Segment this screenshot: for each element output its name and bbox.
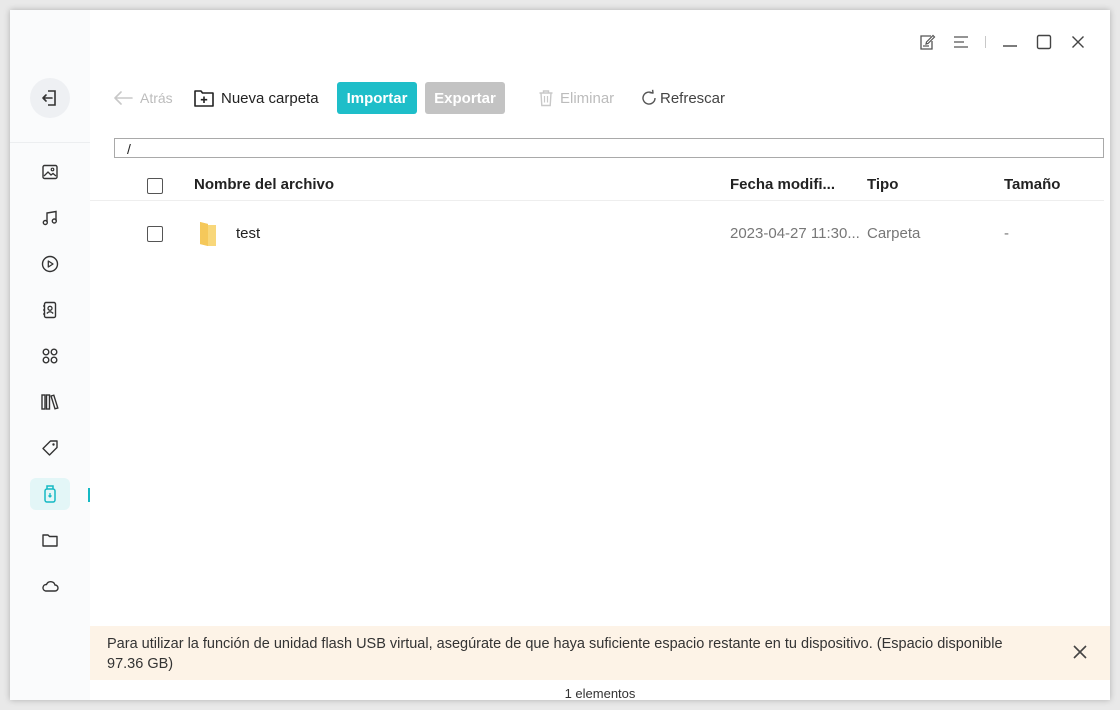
exit-back-button[interactable]: [30, 78, 70, 118]
table-row[interactable]: test 2023-04-27 11:30... Carpeta -: [90, 201, 1104, 251]
column-name-header[interactable]: Nombre del archivo: [194, 160, 334, 200]
menu-button[interactable]: [949, 30, 973, 54]
export-button[interactable]: Exportar: [425, 82, 505, 114]
delete-label: Eliminar: [560, 89, 615, 107]
folder-icon: [42, 534, 58, 547]
sidebar-divider: [10, 142, 90, 143]
contacts-book-icon: [43, 301, 57, 319]
minimize-button[interactable]: [998, 30, 1022, 54]
exit-back-icon: [42, 90, 56, 106]
column-size-header[interactable]: Tamaño: [1004, 160, 1060, 200]
trash-icon: [539, 90, 553, 107]
tag-icon: [42, 440, 58, 456]
maximize-icon: [1036, 34, 1052, 50]
row-checkbox[interactable]: [147, 226, 163, 242]
back-label: Atrás: [140, 90, 173, 106]
cloud-icon: [42, 581, 59, 592]
delete-button[interactable]: Eliminar: [538, 82, 614, 114]
path-field[interactable]: /: [114, 138, 1104, 158]
table-header: Nombre del archivo Fecha modifi... Tipo …: [90, 160, 1104, 201]
column-date-header[interactable]: Fecha modifi...: [730, 160, 835, 200]
close-window-button[interactable]: [1066, 30, 1090, 54]
maximize-button[interactable]: [1032, 30, 1056, 54]
arrow-left-icon: [114, 91, 133, 105]
new-folder-label: Nueva carpeta: [221, 89, 319, 107]
sidebar-item-usb-flash[interactable]: [30, 478, 70, 510]
folder-plus-icon: [194, 90, 214, 107]
sidebar-item-files[interactable]: [30, 524, 70, 556]
play-circle-icon: [41, 255, 59, 273]
toolbar: Atrás Nueva carpeta Importar Exportar El…: [90, 82, 1100, 114]
sidebar-item-photos[interactable]: [30, 156, 70, 188]
feedback-button[interactable]: [915, 30, 939, 54]
refresh-icon: [642, 89, 656, 105]
sidebar-item-apps[interactable]: [30, 340, 70, 372]
file-type: Carpeta: [867, 225, 921, 242]
new-folder-button[interactable]: Nueva carpeta: [193, 82, 319, 114]
column-type-header[interactable]: Tipo: [867, 160, 898, 200]
titlebar-separator: [985, 36, 986, 48]
minimize-icon: [1003, 45, 1017, 47]
image-icon: [42, 164, 58, 180]
close-icon: [1072, 36, 1084, 48]
import-button[interactable]: Importar: [337, 82, 417, 114]
storage-notice-text: Para utilizar la función de unidad flash…: [107, 636, 1003, 672]
sidebar: [10, 10, 90, 700]
file-date: 2023-04-27 11:30...: [730, 225, 860, 242]
file-name[interactable]: test: [236, 201, 260, 251]
sidebar-item-cloud[interactable]: [30, 570, 70, 602]
sidebar-item-contacts[interactable]: [30, 294, 70, 326]
sidebar-item-music[interactable]: [30, 202, 70, 234]
close-icon: [1073, 645, 1087, 659]
sidebar-item-videos[interactable]: [30, 248, 70, 280]
item-count-status: 1 elementos: [564, 686, 636, 700]
file-size: -: [1004, 225, 1009, 242]
command-icon: [42, 348, 58, 364]
menu-icon: [954, 36, 968, 48]
edit-note-icon: [920, 34, 936, 50]
refresh-label: Refrescar: [660, 89, 726, 107]
app-window: Atrás Nueva carpeta Importar Exportar El…: [10, 10, 1110, 700]
storage-notice-banner: Para utilizar la función de unidad flash…: [90, 626, 1110, 680]
sidebar-item-ringtones[interactable]: [30, 432, 70, 464]
refresh-button[interactable]: Refrescar: [640, 82, 725, 114]
folder-icon: [200, 222, 216, 246]
main-panel: Atrás Nueva carpeta Importar Exportar El…: [90, 70, 1110, 700]
music-note-icon: [42, 210, 58, 226]
books-icon: [41, 394, 59, 410]
banner-close-button[interactable]: [1068, 640, 1092, 664]
sidebar-item-books[interactable]: [30, 386, 70, 418]
titlebar-controls: [905, 30, 1090, 54]
usb-drive-icon: [44, 485, 56, 503]
select-all-checkbox[interactable]: [147, 178, 163, 194]
back-button[interactable]: Atrás: [112, 82, 173, 114]
